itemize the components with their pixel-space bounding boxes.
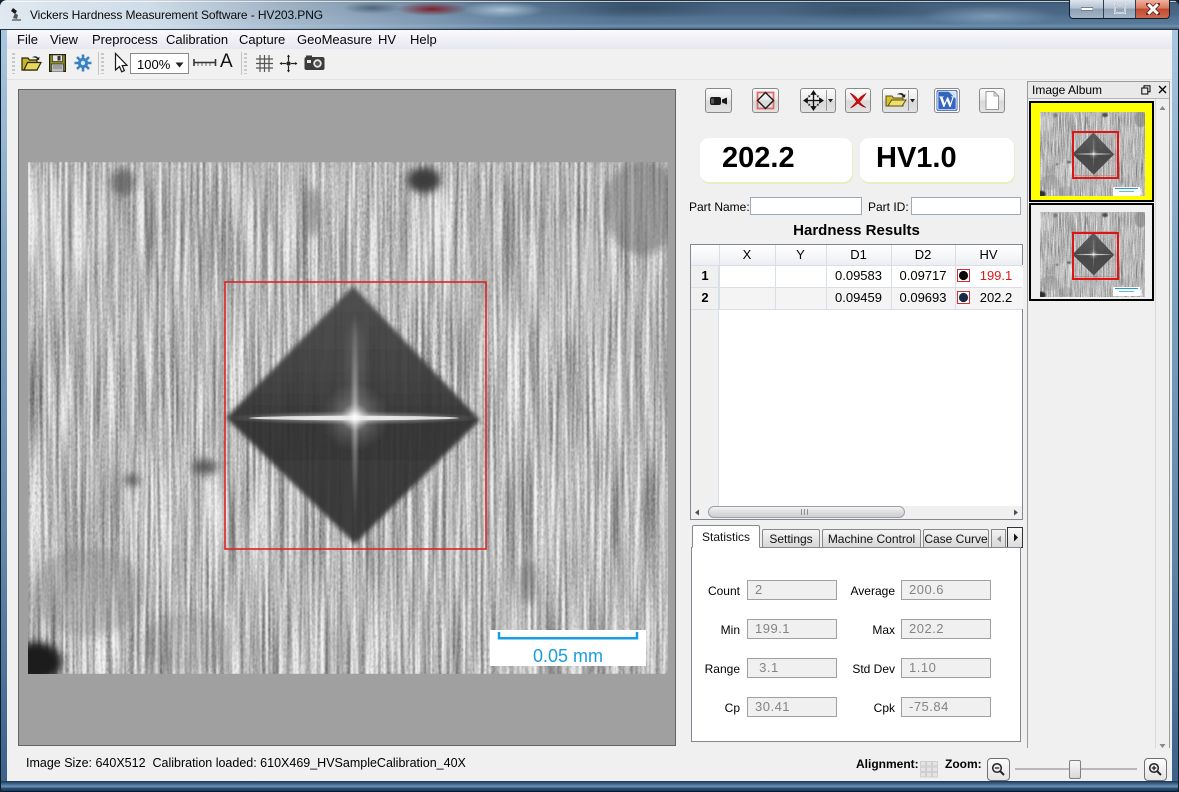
svg-text:W: W xyxy=(939,94,955,111)
